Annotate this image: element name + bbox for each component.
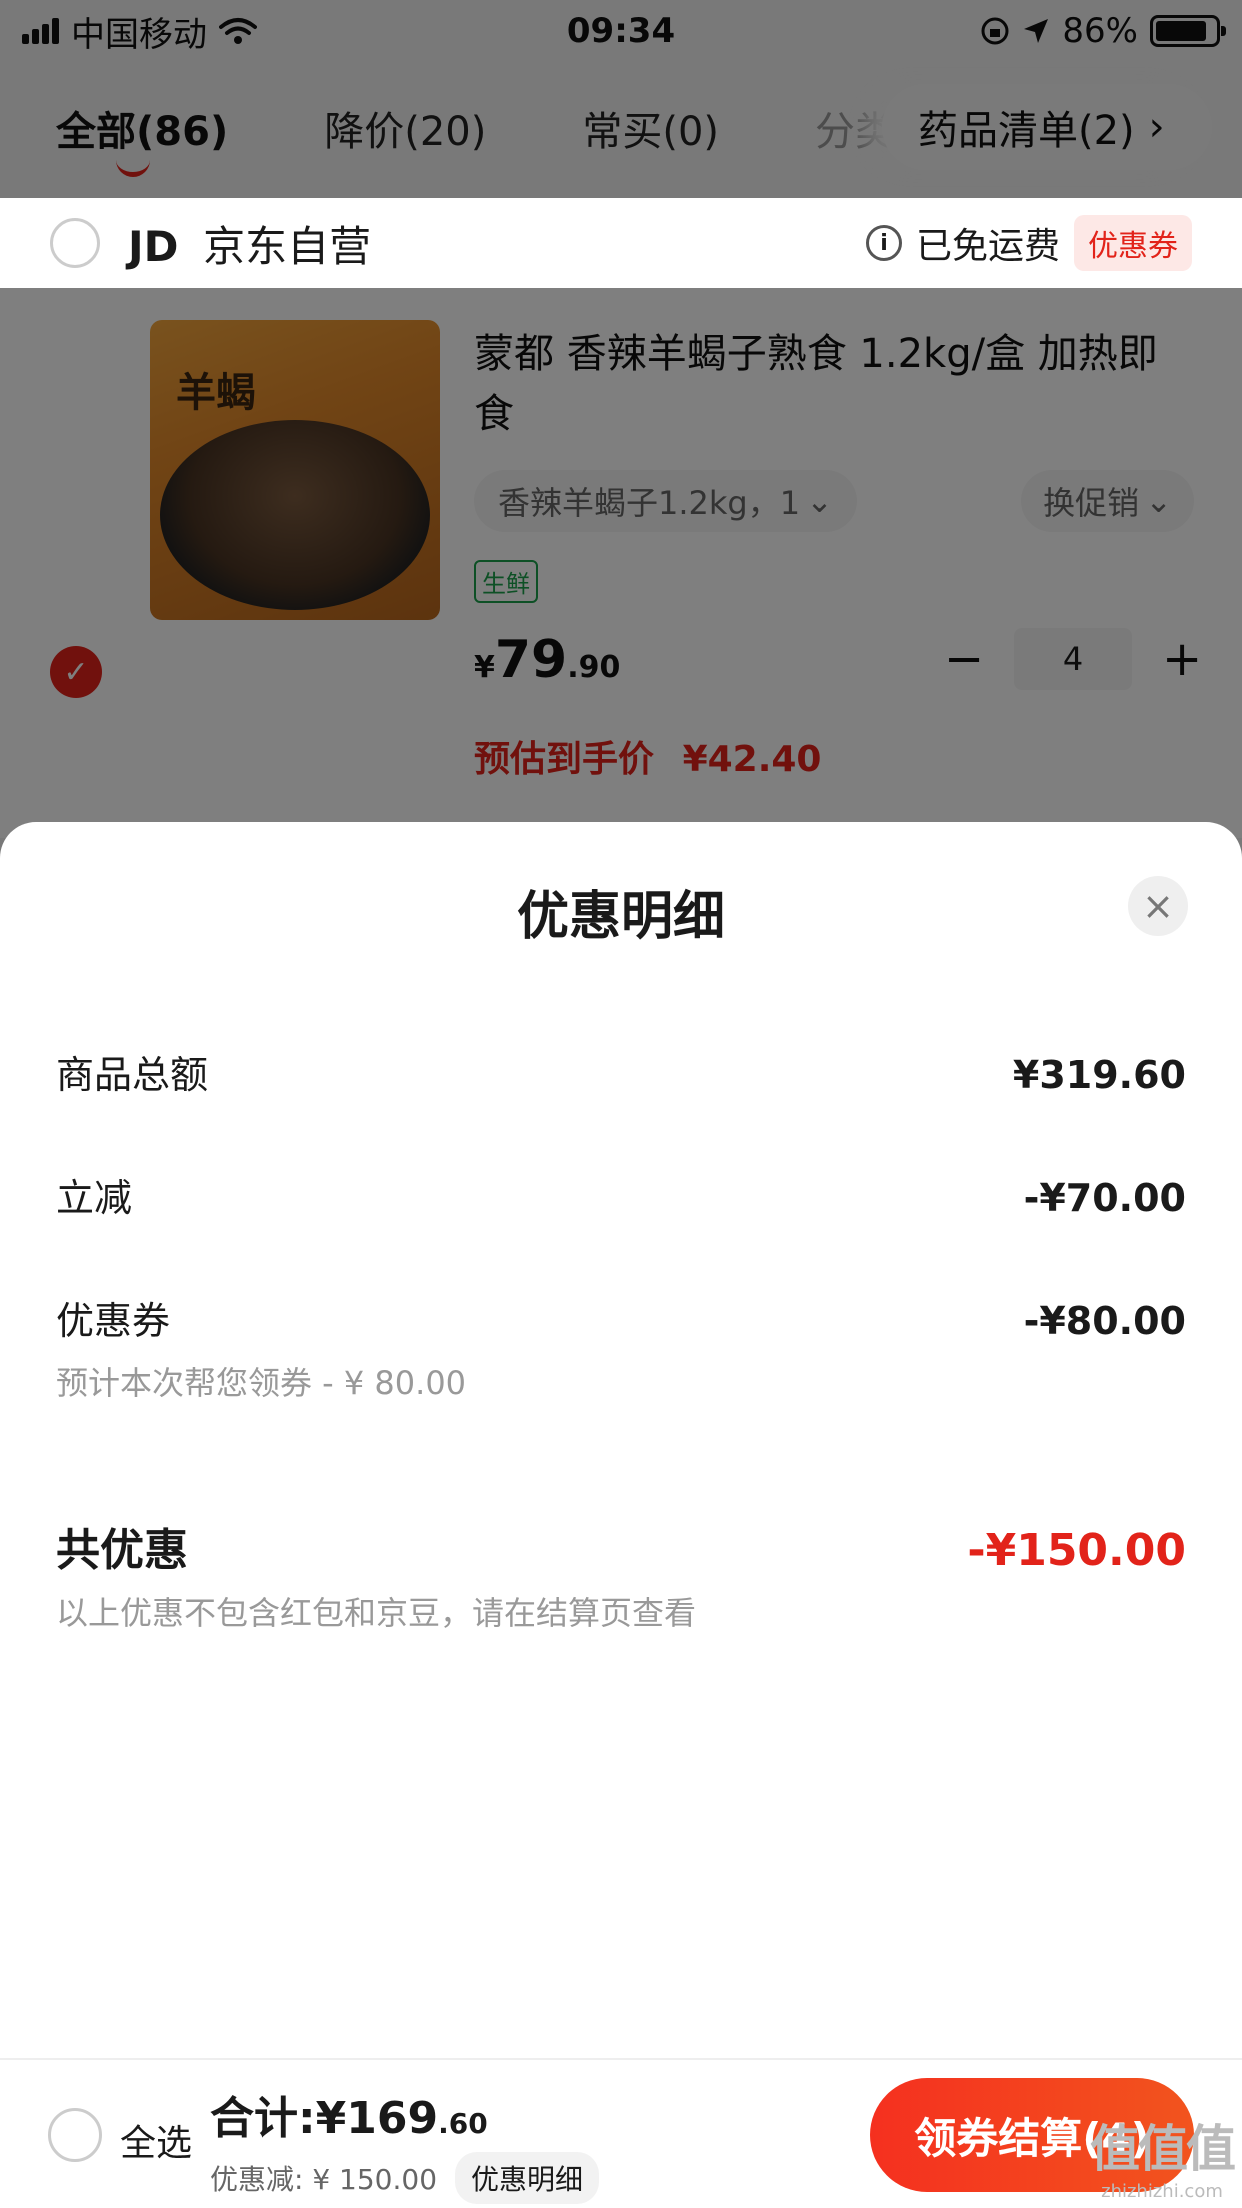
coupon-note: 预计本次帮您领券 - ¥ 80.00: [56, 1364, 467, 1402]
sheet-title: 优惠明细: [516, 887, 725, 947]
total-label: 合计:: [210, 2093, 316, 2144]
total-decimal: .60: [438, 2107, 488, 2140]
store-name[interactable]: JD 京东自营: [128, 213, 371, 274]
discount-detail-button[interactable]: 优惠明细: [455, 2152, 600, 2204]
total-amount: ¥169: [315, 2093, 439, 2144]
total-discount-value: -¥150.00: [967, 1525, 1186, 1576]
total-discount-label: 共优惠: [56, 1525, 188, 1576]
store-coupon-button[interactable]: 优惠券: [1074, 215, 1192, 271]
select-all-checkbox[interactable]: [48, 2108, 102, 2162]
subtotal-label: 商品总额: [56, 1053, 209, 1097]
select-all-label[interactable]: 全选: [120, 2114, 192, 2166]
discount-detail-sheet: 优惠明细 × 商品总额 ¥319.60 立减 -¥70.00 优惠券 -¥80.…: [0, 822, 1242, 2208]
total-discount-note: 以上优惠不包含红包和京豆，请在结算页查看: [56, 1594, 697, 1632]
row-total-discount: 共优惠 -¥150.00: [56, 1514, 1186, 1578]
subtotal-value: ¥319.60: [1012, 1053, 1186, 1097]
store-header: JD 京东自营 i 已免运费 优惠券: [0, 198, 1242, 288]
cart-total: 合计:¥169.60: [210, 2082, 488, 2146]
watermark-logo: 值值值: [1090, 2120, 1236, 2178]
instant-discount-label: 立减: [56, 1176, 133, 1220]
coupon-value: -¥80.00: [1023, 1299, 1186, 1343]
close-button[interactable]: ×: [1128, 876, 1188, 936]
store-name-label: 京东自营: [203, 221, 372, 271]
info-icon[interactable]: i: [865, 225, 902, 261]
watermark: 值值值 zhizhizhi.com: [1090, 2109, 1236, 2202]
checkout-bar: 全选 合计:¥169.60 优惠减: ¥ 150.00 优惠明细 领券结算(4)…: [0, 2058, 1242, 2208]
coupon-label: 优惠券: [56, 1299, 171, 1343]
row-coupon: 优惠券 -¥80.00: [56, 1290, 1186, 1345]
close-icon: ×: [1142, 884, 1174, 928]
row-instant-discount: 立减 -¥70.00: [56, 1167, 1186, 1222]
discount-amount: 优惠减: ¥ 150.00: [210, 2163, 438, 2196]
row-subtotal: 商品总额 ¥319.60: [56, 1044, 1186, 1099]
store-select-checkbox[interactable]: [50, 218, 100, 268]
store-right: i 已免运费 优惠券: [865, 215, 1192, 271]
instant-discount-value: -¥70.00: [1023, 1176, 1186, 1220]
discount-summary: 优惠减: ¥ 150.00 优惠明细: [210, 2152, 600, 2204]
shipping-status: 已免运费: [915, 226, 1060, 267]
watermark-url: zhizhizhi.com: [1101, 2181, 1223, 2202]
jd-logo: JD: [128, 221, 179, 271]
